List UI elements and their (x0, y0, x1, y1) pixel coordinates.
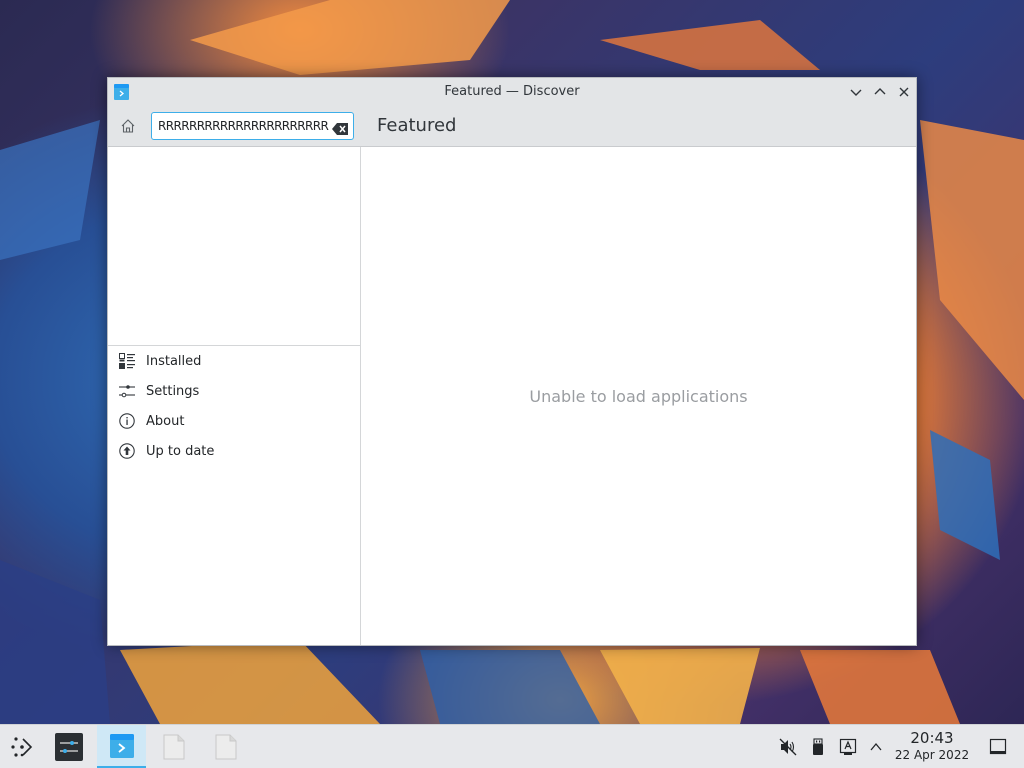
sidebar-categories-area (108, 147, 360, 346)
show-hidden-icons-icon (870, 742, 882, 751)
task-discover[interactable] (97, 725, 146, 768)
home-icon (121, 119, 135, 133)
task-document-1[interactable] (151, 725, 197, 768)
minimize-button[interactable] (848, 84, 864, 100)
close-button[interactable] (896, 84, 912, 100)
settings-sliders-icon (55, 733, 83, 761)
close-icon (899, 87, 909, 97)
taskbar: 20:43 22 Apr 2022 (0, 724, 1024, 768)
sidebar-item-updates[interactable]: Up to date (108, 436, 360, 466)
removable-device-icon (813, 738, 823, 755)
sidebar: Installed Settings About Up to date (108, 147, 361, 645)
app-launcher-button[interactable] (4, 725, 40, 768)
settings-icon (118, 382, 136, 400)
volume-muted-icon (779, 738, 797, 756)
show-desktop-button[interactable] (988, 737, 1008, 757)
toolbar: Featured (108, 106, 916, 147)
installed-icon (118, 352, 136, 370)
clear-text-icon (332, 123, 348, 135)
sidebar-item-label: Settings (146, 383, 200, 399)
discover-window: Featured — Discover Featured (107, 77, 917, 646)
sidebar-item-settings[interactable]: Settings (108, 376, 360, 406)
update-notifier-icon (839, 738, 857, 755)
search-field[interactable] (151, 112, 354, 140)
document-icon (163, 734, 185, 760)
sidebar-item-label: Up to date (146, 443, 215, 459)
sidebar-nav: Installed Settings About Up to date (108, 346, 360, 466)
update-icon (118, 442, 136, 460)
show-hidden-icons-button[interactable] (866, 737, 886, 757)
sidebar-item-about[interactable]: About (108, 406, 360, 436)
chevron-up-icon (874, 88, 886, 95)
document-icon (215, 734, 237, 760)
chevron-down-icon (850, 89, 862, 96)
volume-button[interactable] (778, 737, 798, 757)
maximize-button[interactable] (872, 84, 888, 100)
digital-clock[interactable]: 20:43 22 Apr 2022 (890, 729, 974, 763)
sidebar-item-label: About (146, 413, 185, 429)
task-system-settings[interactable] (46, 725, 92, 768)
update-notifier-button[interactable] (838, 737, 858, 757)
sidebar-item-installed[interactable]: Installed (108, 346, 360, 376)
task-document-2[interactable] (203, 725, 249, 768)
discover-icon (109, 733, 134, 758)
app-launcher-icon (11, 737, 33, 757)
sidebar-item-label: Installed (146, 353, 202, 369)
page-title: Featured (377, 115, 457, 136)
info-icon (118, 412, 136, 430)
window-title: Featured — Discover (444, 84, 580, 99)
show-desktop-icon (989, 738, 1007, 755)
window-titlebar[interactable]: Featured — Discover (108, 78, 916, 106)
clock-date: 22 Apr 2022 (894, 748, 970, 762)
search-input[interactable] (158, 119, 330, 133)
clear-search-button[interactable] (332, 120, 348, 135)
home-button[interactable] (117, 115, 139, 137)
empty-state-message: Unable to load applications (529, 387, 748, 406)
removable-device-button[interactable] (808, 737, 828, 757)
clock-time: 20:43 (910, 729, 954, 747)
main-content: Unable to load applications (361, 147, 916, 645)
